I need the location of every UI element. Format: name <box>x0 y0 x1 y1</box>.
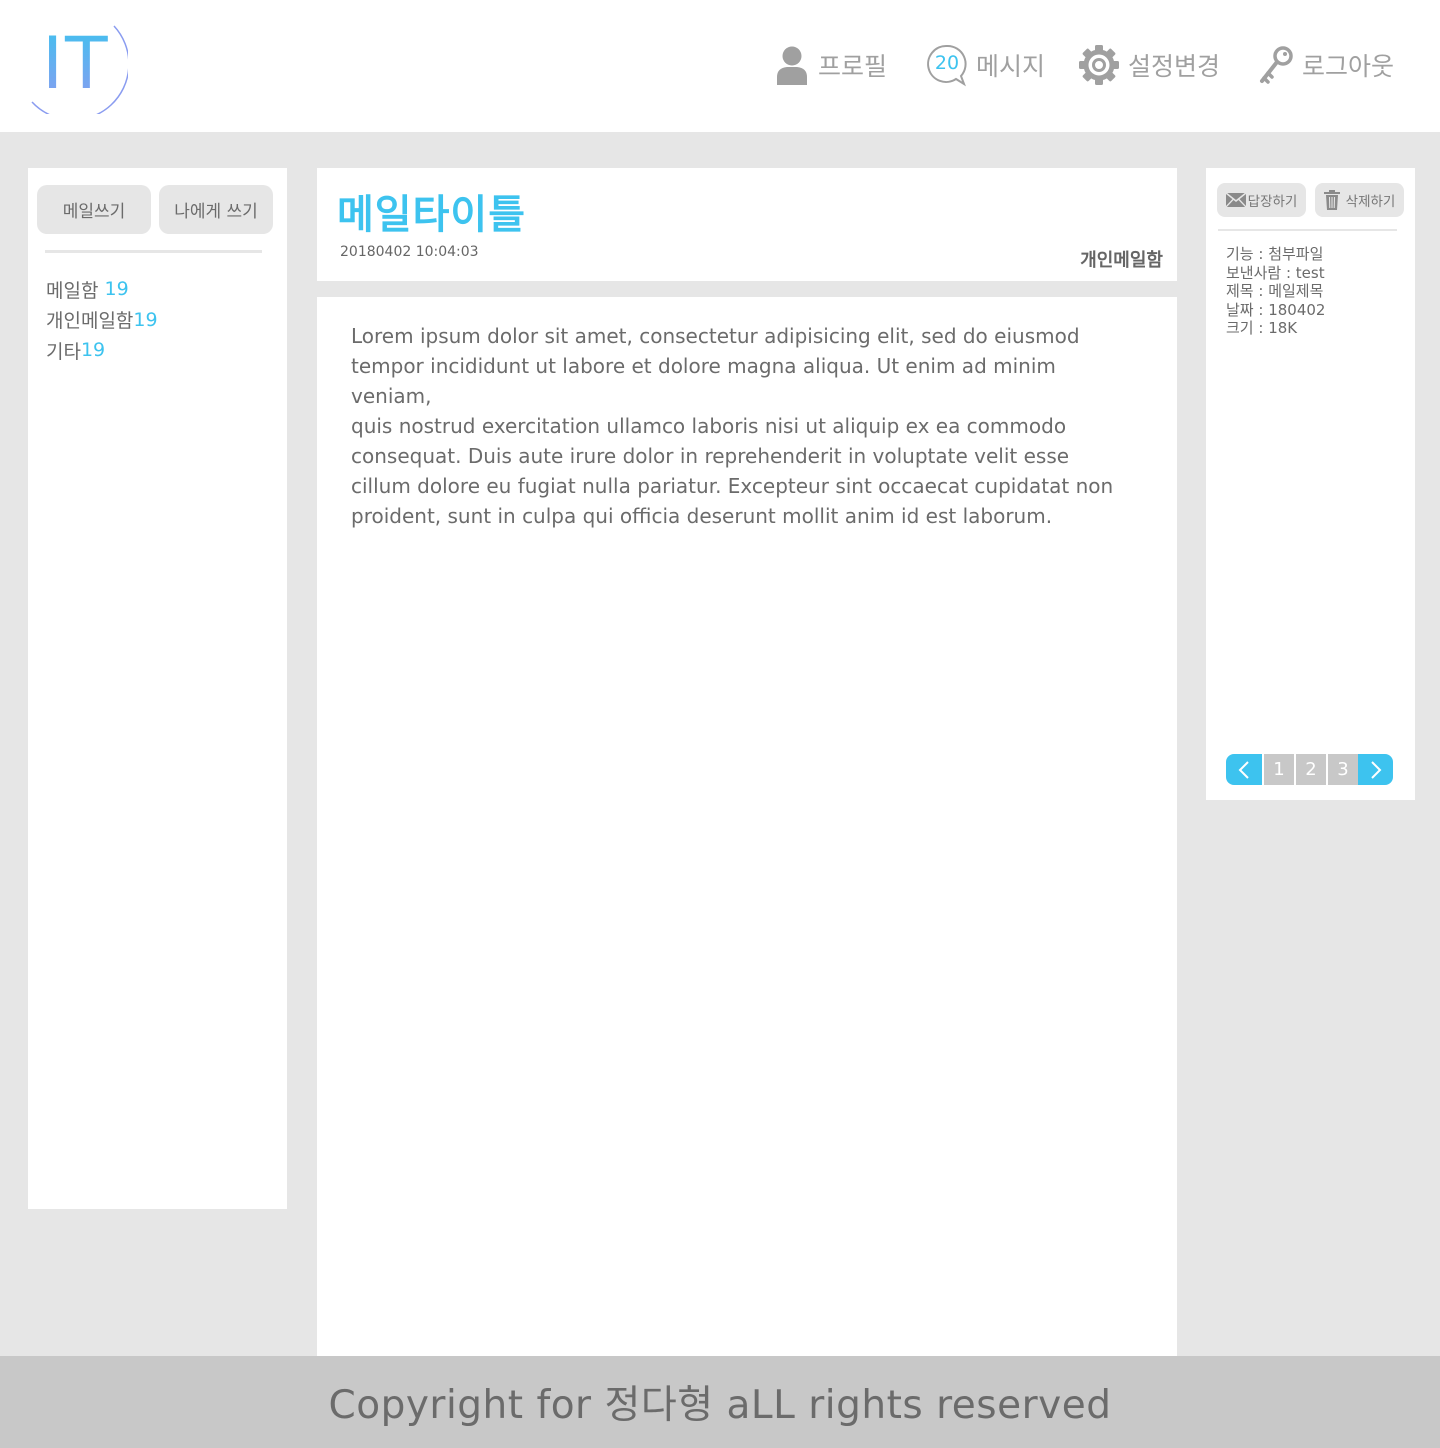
user-icon <box>777 46 807 85</box>
folder-label: 개인메일함 <box>46 310 134 333</box>
gear-icon <box>1079 45 1119 85</box>
trash-icon <box>1323 190 1340 210</box>
page-3-button[interactable]: 3 <box>1328 754 1358 785</box>
top-header: IT 프로필 20 메시지 설정변경 로그아웃 <box>0 0 1440 132</box>
folder-item-other[interactable]: 기타 19 <box>46 335 158 366</box>
page-2-button[interactable]: 2 <box>1296 754 1326 785</box>
folder-label: 메일함 <box>46 279 105 302</box>
envelope-icon <box>1225 193 1246 207</box>
footer: Copyright for 정다형 aLL rights reserved <box>0 1356 1440 1448</box>
sidebar-divider <box>45 250 262 253</box>
folder-count: 19 <box>104 278 129 301</box>
info-sender: 보낸사람 : test <box>1226 263 1325 282</box>
chevron-left-icon <box>1238 760 1249 779</box>
folder-label: 기타 <box>46 340 81 363</box>
page-1-button[interactable]: 1 <box>1264 754 1294 785</box>
nav-settings-label: 설정변경 <box>1128 52 1221 81</box>
info-date: 날짜 : 180402 <box>1226 300 1326 319</box>
nav-messages[interactable]: 20 메시지 <box>926 40 1045 90</box>
info-subject: 제목 : 메일제목 <box>1226 282 1324 300</box>
folder-item-mailbox[interactable]: 메일함 19 <box>46 274 158 305</box>
mailbox-sidebar: 메일쓰기 나에게 쓰기 메일함 19 개인메일함 19 기타 19 <box>28 168 287 1209</box>
nav-profile-label: 프로필 <box>818 52 888 81</box>
folder-count: 19 <box>80 339 106 362</box>
prev-page-button[interactable] <box>1226 754 1262 785</box>
mail-date: 20180402 10:04:03 <box>340 244 479 260</box>
info-size: 크기 : 18K <box>1226 319 1298 337</box>
mail-body: Lorem ipsum dolor sit amet, consectetur … <box>317 297 1177 1357</box>
key-icon <box>1260 46 1293 84</box>
delete-button[interactable]: 삭제하기 <box>1315 183 1404 217</box>
mail-info-list: 기능 : 첨부파일 보낸사람 : test 제목 : 메일제목 날짜 : 180… <box>1226 245 1325 338</box>
logo[interactable]: IT <box>28 18 130 121</box>
chevron-right-icon <box>1370 760 1381 779</box>
compose-button[interactable]: 메일쓰기 <box>37 185 151 234</box>
reply-button[interactable]: 답장하기 <box>1217 183 1306 217</box>
message-bubble-icon: 20 <box>926 43 968 87</box>
mail-header: 메일타이틀 20180402 10:04:03 개인메일함 <box>317 168 1177 281</box>
message-count-badge: 20 <box>934 52 960 74</box>
next-page-button[interactable] <box>1358 754 1393 785</box>
write-to-self-button[interactable]: 나에게 쓰기 <box>159 185 273 234</box>
delete-label: 삭제하기 <box>1345 194 1396 210</box>
folder-list: 메일함 19 개인메일함 19 기타 19 <box>46 274 158 366</box>
nav-messages-label: 메시지 <box>976 52 1046 81</box>
nav-settings[interactable]: 설정변경 <box>1078 40 1220 90</box>
nav-logout[interactable]: 로그아웃 <box>1258 40 1394 90</box>
folder-count: 19 <box>133 308 158 331</box>
logo-icon: IT <box>31 20 130 121</box>
logo-text: IT <box>42 20 110 105</box>
nav-profile[interactable]: 프로필 <box>774 40 887 90</box>
reply-label: 답장하기 <box>1247 194 1298 210</box>
nav-logout-label: 로그아웃 <box>1302 52 1395 81</box>
panel-divider <box>1218 229 1397 231</box>
info-feature: 기능 : 첨부파일 <box>1226 245 1324 263</box>
copyright-text: Copyright for 정다형 aLL rights reserved <box>328 1383 1112 1428</box>
mail-folder-label[interactable]: 개인메일함 <box>1080 246 1163 272</box>
mail-body-text: Lorem ipsum dolor sit amet, consectetur … <box>351 324 1114 528</box>
mail-info-panel: 답장하기 삭제하기 기능 : 첨부파일 보낸사람 : test 제목 : 메일제… <box>1206 168 1415 800</box>
mail-title: 메일타이틀 <box>337 192 526 238</box>
folder-item-personal[interactable]: 개인메일함 19 <box>46 305 158 336</box>
